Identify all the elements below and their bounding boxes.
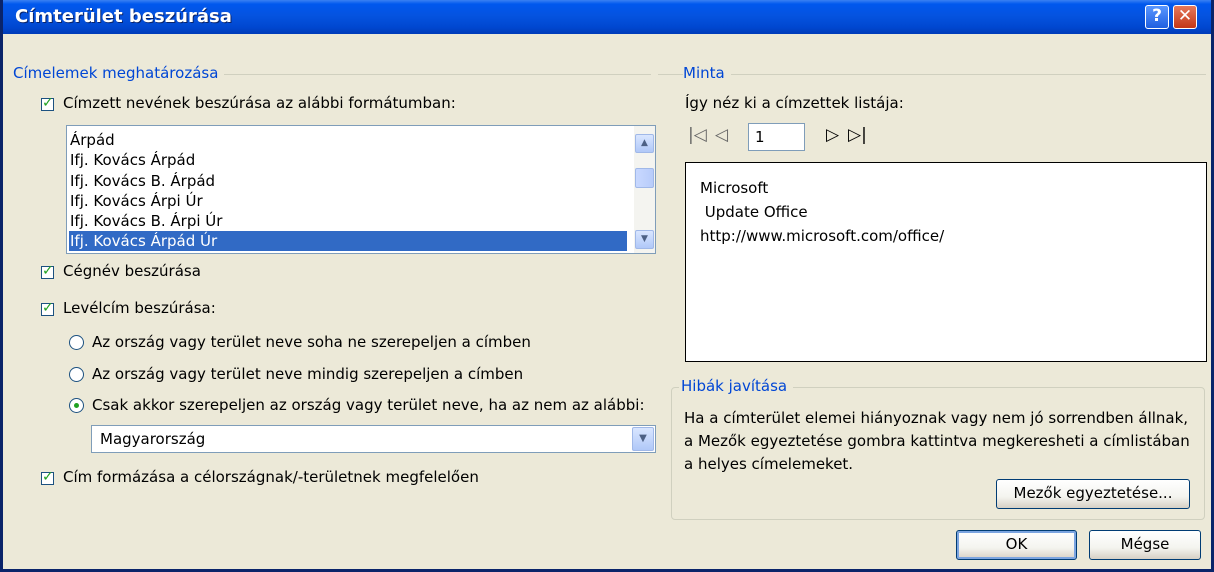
help-button[interactable]: ?	[1145, 5, 1169, 29]
chevron-down-icon[interactable]: ▼	[632, 427, 654, 451]
country-except-label[interactable]: Csak akkor szerepeljen az ország vagy te…	[92, 396, 645, 414]
insert-address-label[interactable]: Levélcím beszúrása:	[63, 299, 216, 317]
scroll-thumb[interactable]	[635, 168, 654, 188]
country-except-radio[interactable]	[69, 398, 84, 413]
title-bar[interactable]: Címterület beszúrása ? ✕	[3, 0, 1211, 34]
fix-problems-line: a helyes címelemeket.	[684, 455, 854, 473]
record-number-input[interactable]: 1	[748, 123, 805, 151]
dialog-title: Címterület beszúrása	[15, 6, 232, 27]
dialog-window: Címterület beszúrása ? ✕ Címelemek megha…	[0, 0, 1214, 572]
last-record-icon[interactable]: ▷|	[848, 125, 867, 145]
preview-line: Microsoft	[700, 179, 769, 197]
close-button[interactable]: ✕	[1173, 5, 1197, 29]
scroll-down-icon[interactable]: ▼	[635, 230, 654, 249]
name-format-listbox[interactable]: Árpád Ifj. Kovács Árpád Ifj. Kovács B. Á…	[66, 125, 656, 254]
country-always-label[interactable]: Az ország vagy terület neve mindig szere…	[92, 365, 523, 383]
list-item[interactable]: Ifj. Kovács B. Árpi Úr	[70, 211, 222, 231]
country-select[interactable]: Magyarország ▼	[91, 425, 656, 453]
next-record-icon[interactable]: ▷	[826, 125, 839, 145]
preview-label: Így néz ki a címzettek listája:	[685, 94, 904, 112]
format-address-checkbox[interactable]	[41, 469, 54, 485]
insert-company-label[interactable]: Cégnév beszúrása	[63, 262, 201, 280]
ok-button[interactable]: OK	[956, 530, 1077, 560]
previous-record-icon[interactable]: ◁	[715, 125, 728, 145]
list-item[interactable]: Árpád	[70, 130, 115, 150]
country-always-radio[interactable]	[69, 367, 84, 382]
insert-address-checkbox[interactable]	[41, 300, 54, 316]
fix-problems-title: Hibák javítása	[679, 377, 794, 395]
insert-name-checkbox[interactable]	[41, 95, 54, 111]
insert-company-checkbox[interactable]	[41, 263, 54, 279]
preview-group-title: Minta	[683, 64, 731, 82]
address-elements-group-title: Címelemek meghatározása	[13, 64, 225, 82]
format-address-label[interactable]: Cím formázása a célországnak/-területnek…	[63, 468, 479, 486]
address-preview-box: Microsoft Update Office http://www.micro…	[685, 162, 1207, 362]
list-item[interactable]: Ifj. Kovács B. Árpád	[70, 171, 215, 191]
fix-problems-line: a Mezők egyeztetése gombra kattintva meg…	[684, 432, 1190, 450]
listbox-scrollbar[interactable]: ▲ ▼	[634, 126, 655, 253]
first-record-icon[interactable]: |◁	[688, 125, 707, 145]
preview-line: Update Office	[700, 203, 808, 221]
list-item-selected[interactable]: Ifj. Kovács Árpád Úr	[69, 231, 627, 251]
fix-problems-line: Ha a címterület elemei hiányoznak vagy n…	[684, 409, 1189, 427]
right-group-divider	[658, 74, 1206, 75]
country-select-value: Magyarország	[100, 430, 206, 448]
fix-problems-text: Ha a címterület elemei hiányoznak vagy n…	[684, 407, 1199, 476]
insert-name-label[interactable]: Címzett nevének beszúrása az alábbi form…	[63, 94, 456, 112]
cancel-button[interactable]: Mégse	[1089, 530, 1201, 560]
list-item[interactable]: Ifj. Kovács Árpád	[70, 150, 195, 170]
list-item[interactable]: Ifj. Kovács Árpi Úr	[70, 191, 203, 211]
country-never-radio[interactable]	[69, 335, 84, 350]
preview-line: http://www.microsoft.com/office/	[700, 227, 945, 245]
match-fields-button[interactable]: Mezők egyeztetése...	[996, 479, 1190, 509]
scroll-up-icon[interactable]: ▲	[635, 134, 654, 153]
country-never-label[interactable]: Az ország vagy terület neve soha ne szer…	[92, 333, 531, 351]
